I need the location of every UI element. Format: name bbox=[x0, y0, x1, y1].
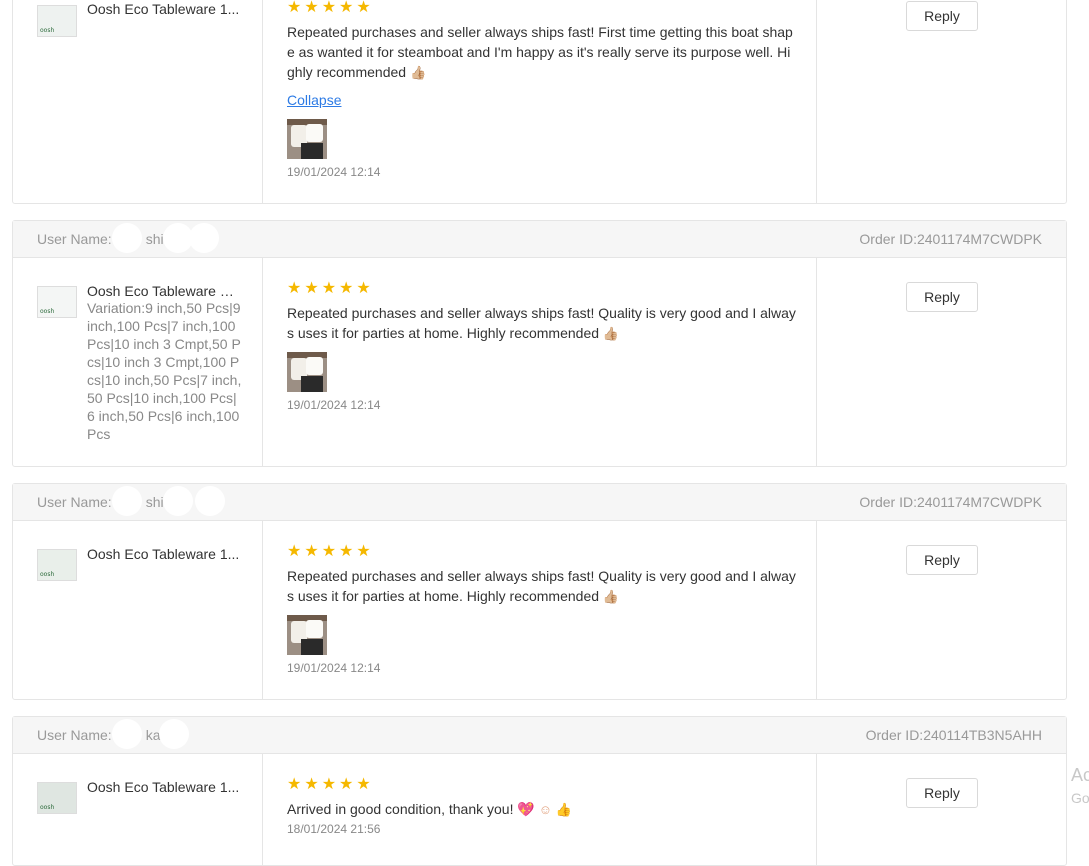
collapse-link[interactable]: Collapse bbox=[287, 92, 341, 108]
review-photo[interactable] bbox=[287, 352, 327, 392]
privacy-mask bbox=[163, 486, 193, 516]
thumbs-up-emoji: 👍🏼 bbox=[602, 589, 620, 604]
smile-thumbs-emoji: ☺ 👍 bbox=[538, 802, 572, 817]
product-column: oosh Oosh Eco Tableware 1... bbox=[13, 754, 263, 866]
product-name[interactable]: Oosh Eco Tableware Pl... bbox=[87, 283, 243, 299]
reply-button[interactable]: Reply bbox=[906, 545, 978, 575]
product-name[interactable]: Oosh Eco Tableware 1... bbox=[87, 1, 243, 17]
product-column: oosh Oosh Eco Tableware 1... bbox=[13, 0, 263, 203]
review-column: ★★★★★ Arrived in good condition, thank y… bbox=[263, 754, 817, 866]
privacy-mask bbox=[112, 223, 142, 253]
thumbnail-brand: oosh bbox=[40, 804, 55, 811]
product-name[interactable]: Oosh Eco Tableware 1... bbox=[87, 779, 243, 795]
review-photo[interactable] bbox=[287, 119, 327, 159]
activation-watermark-line1: Ac bbox=[1071, 765, 1089, 785]
review-date: 18/01/2024 21:56 bbox=[287, 822, 381, 836]
star-rating: ★★★★★ bbox=[287, 280, 374, 297]
user-name: User Name: shi bbox=[37, 494, 164, 510]
review-text-body: Repeated purchases and seller always shi… bbox=[287, 305, 796, 341]
product-name[interactable]: Oosh Eco Tableware 1... bbox=[87, 546, 243, 562]
review-card: oosh Oosh Eco Tableware 1... ★★★★★ Repea… bbox=[12, 0, 1067, 204]
review-header: User Name: shi Order ID:2401174M7CWDPK bbox=[13, 221, 1066, 258]
review-card: User Name: shi Order ID:2401174M7CWDPK oo… bbox=[12, 483, 1067, 700]
thumbs-up-emoji: 👍🏼 bbox=[409, 65, 427, 80]
privacy-mask bbox=[159, 719, 189, 749]
review-text-body: Repeated purchases and seller always shi… bbox=[287, 24, 793, 80]
review-date: 19/01/2024 12:14 bbox=[287, 398, 381, 412]
privacy-mask bbox=[112, 719, 142, 749]
review-body: oosh Oosh Eco Tableware 1... ★★★★★ Repea… bbox=[13, 521, 1066, 700]
star-rating: ★★★★★ bbox=[287, 543, 374, 560]
review-card: User Name: shi Order ID:2401174M7CWDPK oo… bbox=[12, 220, 1067, 467]
action-column: Reply bbox=[817, 754, 1066, 866]
review-date: 19/01/2024 12:14 bbox=[287, 165, 381, 179]
thumbs-up-emoji: 👍🏼 bbox=[602, 326, 620, 341]
review-text-body: Arrived in good condition, thank you! bbox=[287, 801, 514, 817]
user-name-value: shi bbox=[145, 494, 164, 510]
reply-button[interactable]: Reply bbox=[906, 282, 978, 312]
heart-emoji: 💖 bbox=[517, 801, 535, 817]
reply-button[interactable]: Reply bbox=[906, 1, 978, 31]
user-name: User Name: shi bbox=[37, 231, 164, 247]
thumbnail-brand: oosh bbox=[40, 27, 55, 34]
review-column: ★★★★★ Repeated purchases and seller alwa… bbox=[263, 258, 817, 467]
user-name-label: User Name: bbox=[37, 727, 112, 743]
review-text: Repeated purchases and seller always shi… bbox=[287, 303, 797, 344]
user-name-value: shi bbox=[145, 231, 164, 247]
review-text: Repeated purchases and seller always shi… bbox=[287, 566, 797, 607]
product-column: oosh Oosh Eco Tableware Pl... Variation:… bbox=[13, 258, 263, 467]
review-header: User Name: ka Order ID:240114TB3N5AHH bbox=[13, 717, 1066, 754]
privacy-mask bbox=[112, 486, 142, 516]
order-id: Order ID:240114TB3N5AHH bbox=[865, 727, 1042, 743]
action-column: Reply bbox=[817, 521, 1066, 700]
star-rating: ★★★★★ bbox=[287, 776, 374, 793]
thumbnail-brand: oosh bbox=[40, 308, 55, 315]
action-column: Reply bbox=[817, 0, 1066, 203]
thumbnail-brand: oosh bbox=[40, 571, 55, 578]
product-thumbnail[interactable]: oosh bbox=[37, 5, 77, 37]
reply-button[interactable]: Reply bbox=[906, 778, 978, 808]
review-body: oosh Oosh Eco Tableware 1... ★★★★★ Repea… bbox=[13, 0, 1066, 203]
review-text: Arrived in good condition, thank you! 💖 … bbox=[287, 799, 797, 820]
product-thumbnail[interactable]: oosh bbox=[37, 549, 77, 581]
user-name-label: User Name: bbox=[37, 494, 112, 510]
review-header: User Name: shi Order ID:2401174M7CWDPK bbox=[13, 484, 1066, 521]
order-id: Order ID:2401174M7CWDPK bbox=[859, 494, 1042, 510]
activation-watermark-line2: Go bbox=[1071, 790, 1089, 806]
user-name-label: User Name: bbox=[37, 231, 112, 247]
review-body: oosh Oosh Eco Tableware 1... ★★★★★ Arriv… bbox=[13, 754, 1066, 866]
order-id: Order ID:2401174M7CWDPK bbox=[859, 231, 1042, 247]
star-rating: ★★★★★ bbox=[287, 0, 374, 16]
privacy-mask bbox=[195, 486, 225, 516]
review-photo[interactable] bbox=[287, 615, 327, 655]
review-column: ★★★★★ Repeated purchases and seller alwa… bbox=[263, 0, 817, 203]
review-text: Repeated purchases and seller always shi… bbox=[287, 22, 797, 83]
review-column: ★★★★★ Repeated purchases and seller alwa… bbox=[263, 521, 817, 700]
review-date: 19/01/2024 12:14 bbox=[287, 661, 381, 675]
product-column: oosh Oosh Eco Tableware 1... bbox=[13, 521, 263, 700]
product-thumbnail[interactable]: oosh bbox=[37, 782, 77, 814]
review-text-body: Repeated purchases and seller always shi… bbox=[287, 568, 796, 604]
product-variation: Variation:9 inch,50 Pcs|9 inch,100 Pcs|7… bbox=[87, 300, 242, 442]
review-body: oosh Oosh Eco Tableware Pl... Variation:… bbox=[13, 258, 1066, 467]
action-column: Reply bbox=[817, 258, 1066, 467]
product-thumbnail[interactable]: oosh bbox=[37, 286, 77, 318]
privacy-mask bbox=[189, 223, 219, 253]
